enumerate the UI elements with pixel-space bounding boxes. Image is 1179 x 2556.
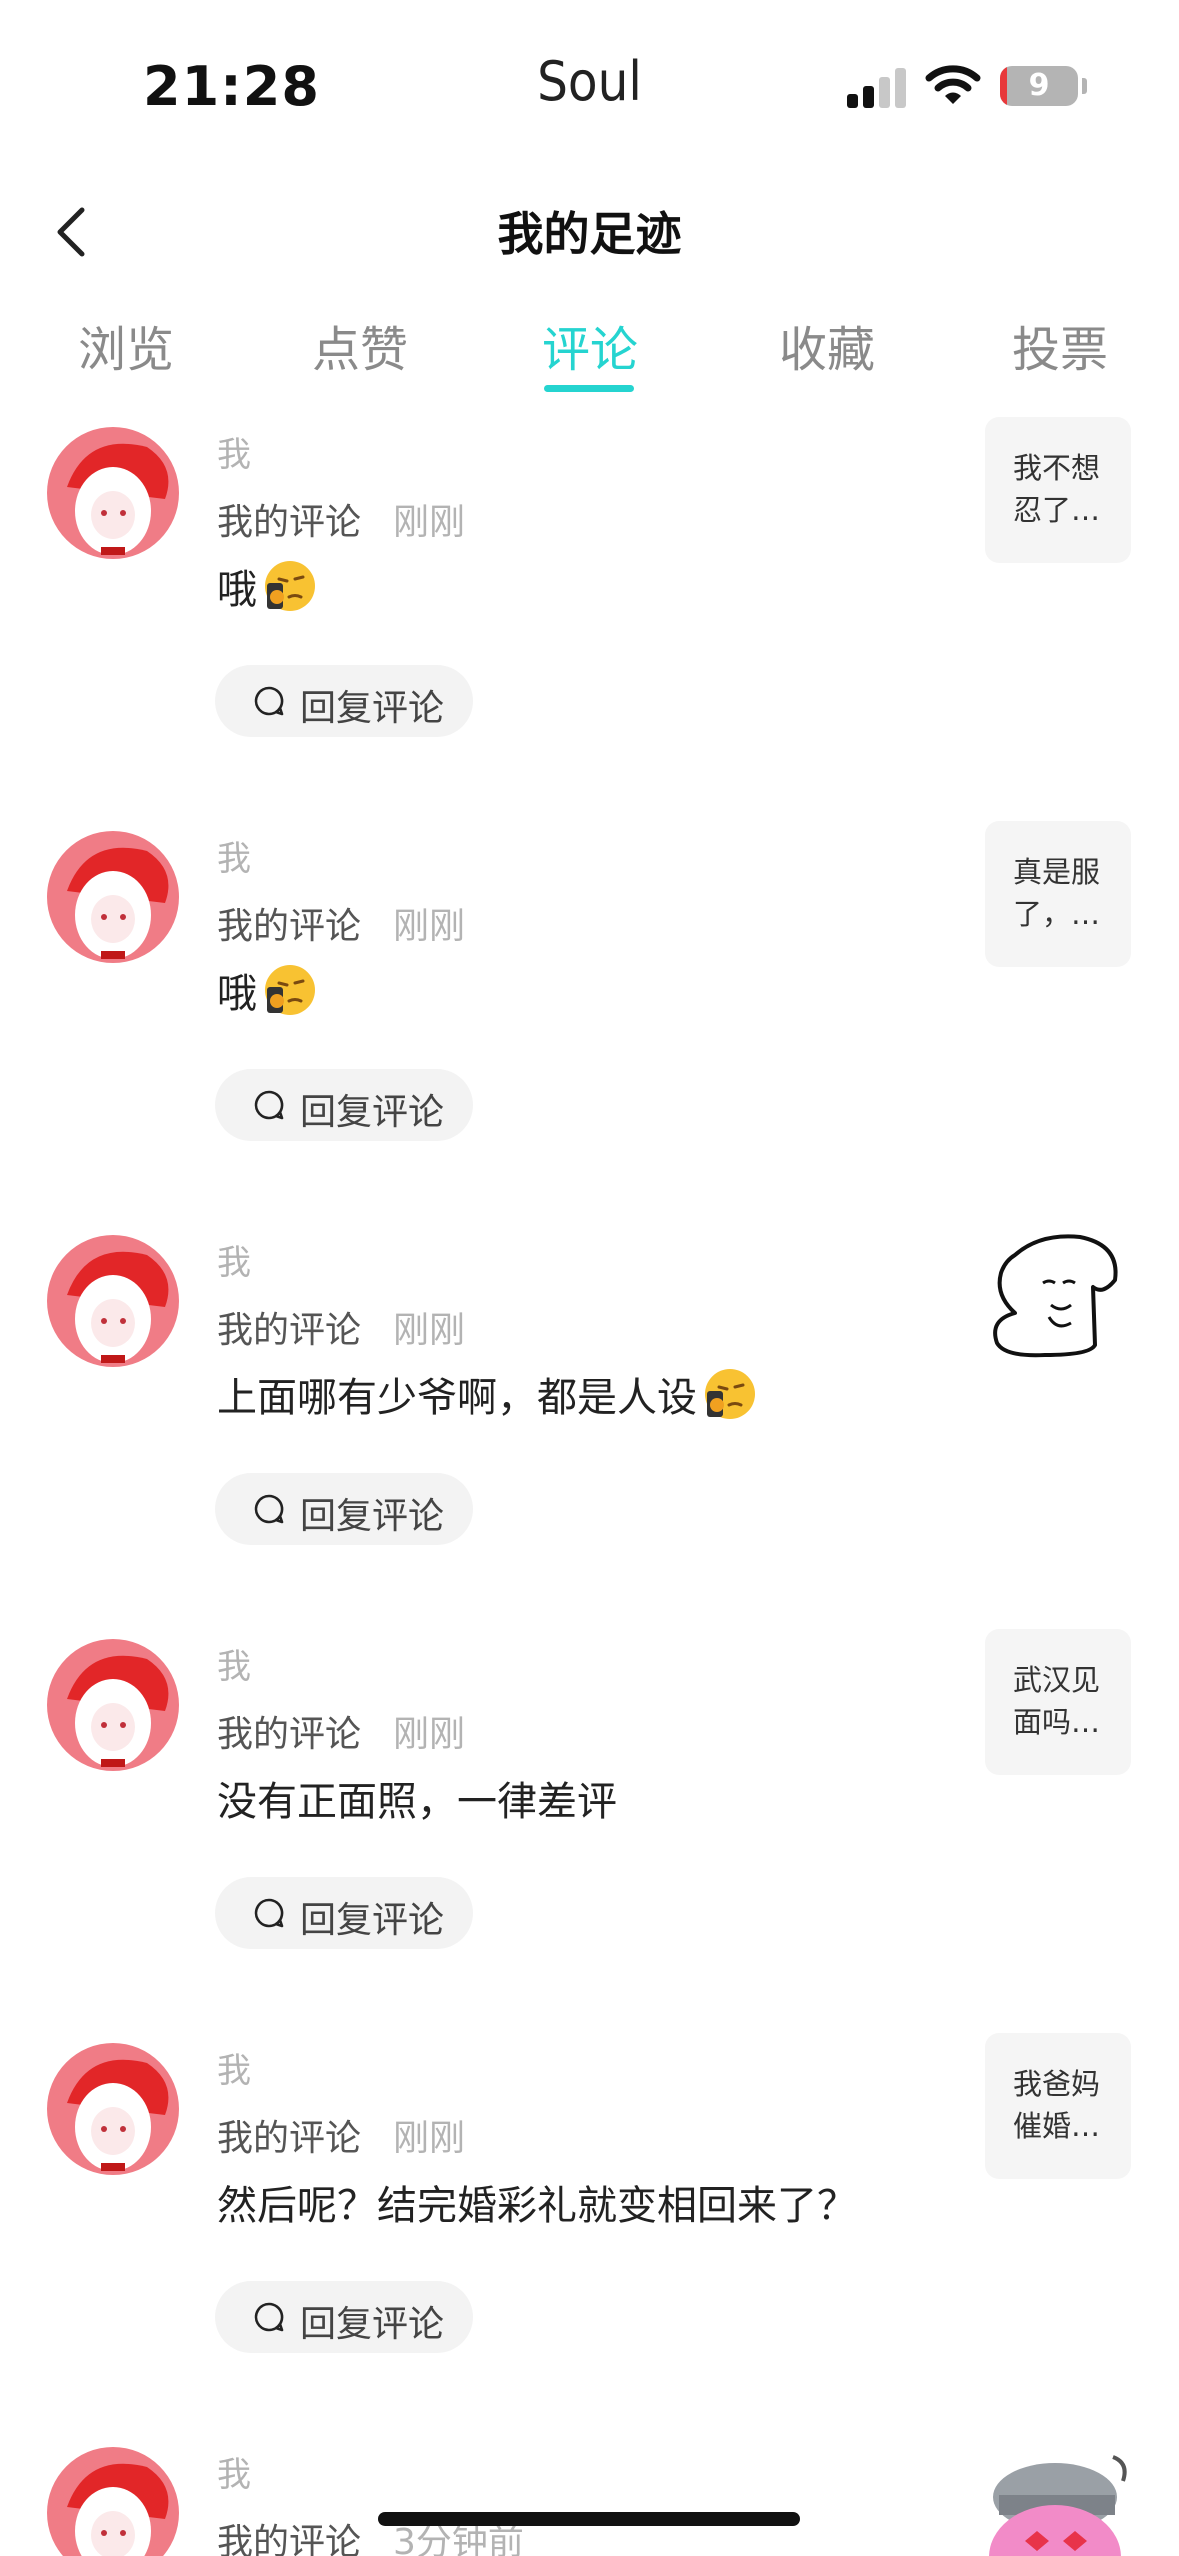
comment-bubble-icon xyxy=(254,1494,284,1524)
timestamp: 刚刚 xyxy=(393,906,466,947)
post-preview-text: 我爸妈催婚… xyxy=(1013,2067,1101,2143)
list-item: 我 我的评论 刚刚 没有正面照，一律差评 回复评论 武汉见面吗… xyxy=(0,1617,1179,2021)
comment-body: 没有正面照，一律差评 xyxy=(217,1779,617,1825)
comment-meta: 我的评论 刚刚 xyxy=(217,493,465,545)
timestamp: 刚刚 xyxy=(393,2118,466,2159)
comment-label: 我的评论 xyxy=(217,2522,362,2556)
comment-meta: 我的评论 刚刚 xyxy=(217,1301,465,1353)
reply-comment-label: 回复评论 xyxy=(300,1496,445,1537)
home-indicator[interactable] xyxy=(378,2512,800,2526)
list-item: 我 我的评论 3分钟前 xyxy=(0,2425,1179,2556)
tab-favorites[interactable]: 收藏 xyxy=(737,310,917,380)
avatar[interactable] xyxy=(47,2043,179,2175)
comment-text: 没有正面照，一律差评 xyxy=(217,1769,617,1827)
tab-bar: 浏览 点赞 评论 收藏 投票 xyxy=(0,310,1179,410)
reply-comment-button[interactable]: 回复评论 xyxy=(215,1069,473,1141)
avatar[interactable] xyxy=(47,831,179,963)
timestamp: 刚刚 xyxy=(393,1714,466,1755)
reply-comment-button[interactable]: 回复评论 xyxy=(215,665,473,737)
comment-label: 我的评论 xyxy=(217,502,362,543)
battery-cap xyxy=(1082,78,1087,94)
list-item: 我 我的评论 刚刚 上面哪有少爷啊，都是人设 回复评论 xyxy=(0,1213,1179,1617)
tab-likes[interactable]: 点赞 xyxy=(270,310,450,380)
timestamp: 刚刚 xyxy=(393,502,466,543)
battery-icon: 9 xyxy=(1000,66,1078,106)
battery-level: 9 xyxy=(1028,68,1050,103)
comment-label: 我的评论 xyxy=(217,906,362,947)
comment-bubble-icon xyxy=(254,1898,284,1928)
comment-bubble-icon xyxy=(254,1090,284,1120)
list-item: 我 我的评论 刚刚 然后呢？结完婚彩礼就变相回来了？ 回复评论 我爸妈催婚… xyxy=(0,2021,1179,2425)
post-thumbnail[interactable]: 我不想忍了… xyxy=(985,417,1131,563)
comment-label: 我的评论 xyxy=(217,1714,362,1755)
post-thumbnail[interactable]: 真是服了，… xyxy=(985,821,1131,967)
comment-label: 我的评论 xyxy=(217,2118,362,2159)
comment-text: 哦 xyxy=(217,557,317,615)
avatar[interactable] xyxy=(47,1639,179,1771)
comment-text: 上面哪有少爷啊，都是人设 xyxy=(217,1365,757,1423)
smirk-phone-emoji-icon xyxy=(705,1369,755,1419)
comment-text: 然后呢？结完婚彩礼就变相回来了？ xyxy=(217,2173,857,2231)
tab-votes[interactable]: 投票 xyxy=(970,310,1150,380)
status-bar: 21:28 Soul 9 xyxy=(0,0,1179,170)
timestamp: 3分钟前 xyxy=(393,2522,524,2556)
username: 我 xyxy=(217,1243,251,1283)
post-thumbnail[interactable]: 我爸妈催婚… xyxy=(985,2033,1131,2179)
post-preview-text: 真是服了，… xyxy=(1013,855,1101,931)
post-thumbnail[interactable] xyxy=(985,1225,1131,1371)
reply-comment-label: 回复评论 xyxy=(300,2304,445,2345)
pink-character-image xyxy=(989,2455,1127,2556)
comment-body: 哦 xyxy=(217,971,257,1017)
username: 我 xyxy=(217,435,251,475)
comment-body: 哦 xyxy=(217,567,257,613)
avatar[interactable] xyxy=(47,1235,179,1367)
reply-comment-label: 回复评论 xyxy=(300,1900,445,1941)
tab-comments[interactable]: 评论 xyxy=(500,310,680,380)
reply-comment-label: 回复评论 xyxy=(300,1092,445,1133)
wifi-icon xyxy=(925,65,981,104)
sketch-dog-image xyxy=(993,1234,1118,1358)
reply-comment-button[interactable]: 回复评论 xyxy=(215,2281,473,2353)
comment-body: 上面哪有少爷啊，都是人设 xyxy=(217,1375,697,1421)
list-item: 我 我的评论 刚刚 哦 回复评论 真是服了，… xyxy=(0,809,1179,1213)
avatar[interactable] xyxy=(47,427,179,559)
username: 我 xyxy=(217,839,251,879)
post-preview-text: 武汉见面吗… xyxy=(1013,1663,1101,1739)
reply-comment-label: 回复评论 xyxy=(300,688,445,729)
comment-label: 我的评论 xyxy=(217,1310,362,1351)
post-thumbnail[interactable] xyxy=(985,2437,1131,2556)
comment-bubble-icon xyxy=(254,686,284,716)
timestamp: 刚刚 xyxy=(393,1310,466,1351)
comment-meta: 我的评论 刚刚 xyxy=(217,897,465,949)
smirk-phone-emoji-icon xyxy=(265,965,315,1015)
reply-comment-button[interactable]: 回复评论 xyxy=(215,1877,473,1949)
tab-browse[interactable]: 浏览 xyxy=(36,310,216,380)
comment-meta: 我的评论 刚刚 xyxy=(217,1705,465,1757)
username: 我 xyxy=(217,2455,251,2495)
post-preview-text: 我不想忍了… xyxy=(1013,451,1101,527)
post-thumbnail[interactable]: 武汉见面吗… xyxy=(985,1629,1131,1775)
username: 我 xyxy=(217,2051,251,2091)
comment-meta: 我的评论 刚刚 xyxy=(217,2109,465,2161)
reply-comment-button[interactable]: 回复评论 xyxy=(215,1473,473,1545)
smirk-phone-emoji-icon xyxy=(265,561,315,611)
username: 我 xyxy=(217,1647,251,1687)
cellular-signal-icon xyxy=(847,66,909,108)
active-tab-indicator xyxy=(544,385,634,392)
list-item: 我 我的评论 刚刚 哦 回复评论 我不想忍了… xyxy=(0,405,1179,809)
comment-bubble-icon xyxy=(254,2302,284,2332)
comment-body: 然后呢？结完婚彩礼就变相回来了？ xyxy=(217,2183,857,2229)
comment-text: 哦 xyxy=(217,961,317,1019)
page-title: 我的足迹 xyxy=(497,207,682,261)
avatar[interactable] xyxy=(47,2447,179,2556)
